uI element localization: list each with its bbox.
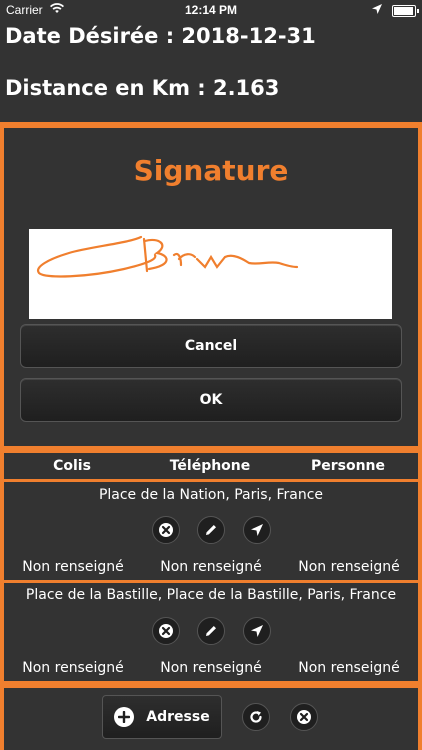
row-2-personne: Non renseigné — [298, 660, 400, 676]
row-2-colis: Non renseigné — [22, 660, 124, 676]
row-2-telephone: Non renseigné — [160, 660, 262, 676]
cancel-button[interactable]: Cancel — [20, 324, 402, 368]
add-address-button[interactable]: Adresse — [102, 695, 222, 739]
delete-icon — [159, 523, 173, 537]
add-address-label: Adresse — [146, 709, 210, 725]
row-1-telephone: Non renseigné — [160, 559, 262, 575]
edit-icon — [206, 626, 216, 636]
signature-pad[interactable] — [29, 229, 392, 319]
clear-icon — [297, 710, 311, 724]
footer-toolbar: Adresse — [4, 688, 418, 750]
refresh-button[interactable] — [242, 703, 270, 731]
signature-panel: Signature Cancel OK — [4, 128, 418, 446]
delete-address-button[interactable] — [152, 516, 180, 544]
status-time: 12:14 PM — [184, 3, 238, 17]
row-1-colis: Non renseigné — [22, 559, 124, 575]
address-list-panel: Colis Téléphone Personne Place de la Nat… — [4, 453, 418, 681]
column-header-telephone: Téléphone — [169, 458, 251, 474]
refresh-icon — [250, 711, 262, 723]
divider — [4, 580, 418, 583]
clear-button[interactable] — [290, 703, 318, 731]
battery-icon — [392, 5, 419, 17]
address-row-2: Place de la Bastille, Place de la Bastil… — [25, 587, 397, 603]
delete-address-button[interactable] — [152, 617, 180, 645]
navigate-address-button[interactable] — [243, 516, 271, 544]
signature-stroke — [36, 235, 299, 278]
edit-address-button[interactable] — [197, 516, 225, 544]
ok-button[interactable]: OK — [20, 378, 402, 422]
edit-icon — [206, 525, 216, 535]
column-header-personne: Personne — [310, 458, 386, 474]
column-header-colis: Colis — [53, 458, 91, 474]
edit-address-button[interactable] — [197, 617, 225, 645]
divider — [4, 479, 418, 482]
location-arrow-icon — [372, 3, 382, 17]
navigate-icon — [251, 625, 263, 637]
distance-km: Distance en Km : 2.163 — [5, 76, 280, 100]
delete-icon — [159, 624, 173, 638]
address-row-1: Place de la Nation, Paris, France — [98, 487, 324, 503]
add-icon — [114, 707, 135, 727]
desired-date: Date Désirée : 2018-12-31 — [5, 24, 316, 48]
status-bar: Carrier 12:14 PM — [0, 0, 422, 20]
delivery-info-panel: Date Désirée : 2018-12-31 Distance en Km… — [0, 20, 422, 122]
signature-title: Signature — [133, 154, 289, 187]
navigate-address-button[interactable] — [243, 617, 271, 645]
row-1-personne: Non renseigné — [298, 559, 400, 575]
navigate-icon — [251, 524, 263, 536]
